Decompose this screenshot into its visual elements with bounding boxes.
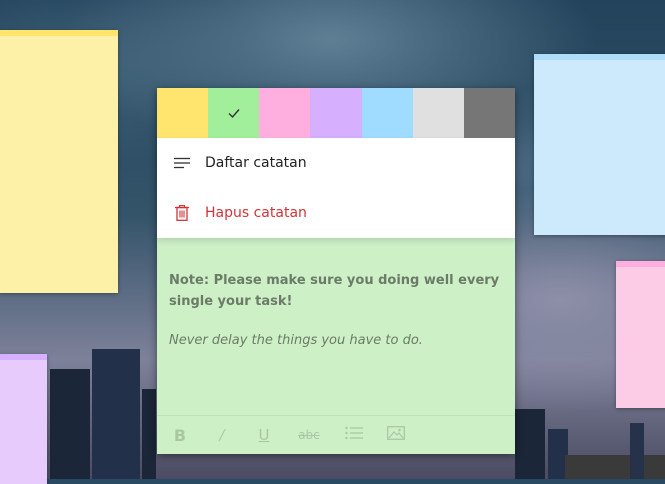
- trash-icon: [173, 204, 191, 222]
- color-swatch-purple[interactable]: [310, 88, 362, 138]
- italic-button[interactable]: /: [211, 424, 233, 446]
- color-swatch-yellow[interactable]: [157, 88, 209, 138]
- sticky-note-purple[interactable]: [0, 354, 47, 484]
- color-swatch-pink[interactable]: [259, 88, 311, 138]
- delete-note-menu-item[interactable]: Hapus catatan: [157, 188, 515, 238]
- note-editor[interactable]: Note: Please make sure you doing well ev…: [157, 238, 515, 351]
- checkmark-icon: [228, 109, 240, 119]
- sticky-note-pink[interactable]: [616, 261, 665, 408]
- strikethrough-button[interactable]: abc: [295, 424, 323, 446]
- list-notes-label: Daftar catatan: [205, 155, 307, 171]
- formatting-toolbar: B / U abc: [157, 415, 515, 454]
- note-menu: Daftar catatan Hapus catatan: [157, 138, 515, 238]
- active-sticky-note: Daftar catatan Hapus catatan Note: Pleas…: [157, 88, 515, 454]
- add-image-button[interactable]: [385, 424, 407, 446]
- bold-button[interactable]: B: [169, 424, 191, 446]
- color-swatch-charcoal[interactable]: [463, 88, 515, 138]
- image-icon: [387, 426, 405, 444]
- bullet-list-button[interactable]: [343, 424, 365, 446]
- note-italic-text: Never delay the things you have to do.: [169, 333, 423, 348]
- note-bold-text: Note: Please make sure you doing well ev…: [169, 273, 500, 309]
- sticky-note-yellow[interactable]: [0, 30, 118, 293]
- sticky-note-blue[interactable]: [534, 54, 665, 235]
- list-icon: [173, 154, 191, 172]
- color-swatch-gray[interactable]: [412, 88, 464, 138]
- color-swatch-blue[interactable]: [361, 88, 413, 138]
- list-notes-menu-item[interactable]: Daftar catatan: [157, 138, 515, 188]
- color-palette: [157, 88, 515, 138]
- delete-note-label: Hapus catatan: [205, 205, 307, 221]
- color-swatch-green[interactable]: [208, 88, 260, 138]
- bullet-list-icon: [345, 426, 363, 444]
- underline-button[interactable]: U: [253, 424, 275, 446]
